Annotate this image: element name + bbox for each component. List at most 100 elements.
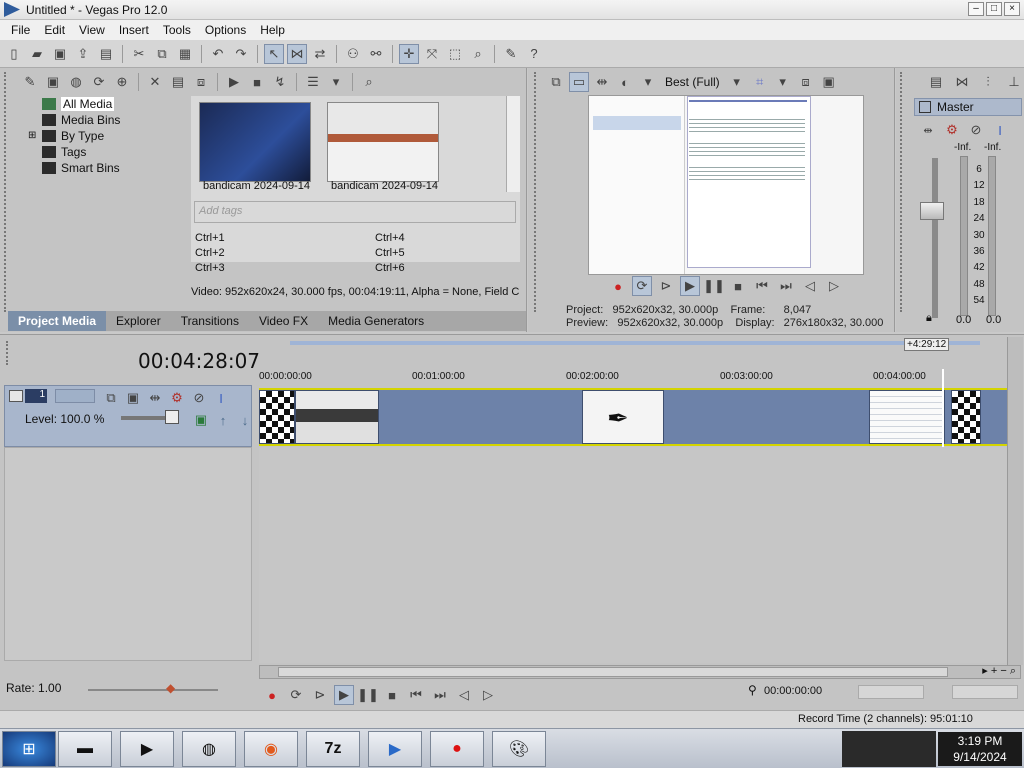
loop-region-bar[interactable] — [290, 341, 980, 345]
gear-icon[interactable]: ⚙ — [167, 388, 187, 408]
track-name-field[interactable] — [55, 389, 95, 403]
auto-crossfade-icon[interactable]: ⤧ — [422, 44, 442, 64]
track-list-empty[interactable] — [4, 447, 252, 661]
prev-frame-icon[interactable]: ◁ — [454, 685, 474, 705]
split-screen-icon[interactable]: ⇹ — [592, 72, 612, 92]
gear-icon[interactable]: ⚙ — [942, 120, 962, 140]
paste-icon[interactable]: ▦ — [175, 44, 195, 64]
downmix-icon[interactable]: ⋈ — [952, 72, 972, 92]
selection-tool-icon[interactable]: ⬚ — [445, 44, 465, 64]
zoom-controls-icon[interactable]: ▸ + − ⌕ — [982, 664, 1016, 678]
properties-icon[interactable]: ▤ — [96, 44, 116, 64]
expand-icon[interactable]: ⊞ — [28, 130, 36, 141]
save-snapshot-icon[interactable]: ▣ — [819, 72, 839, 92]
capture-icon[interactable]: ▣ — [43, 72, 63, 92]
next-frame-icon[interactable]: ▷ — [478, 685, 498, 705]
video-clip[interactable] — [295, 390, 379, 444]
solo-icon[interactable]: I — [211, 388, 231, 408]
normal-edit-tool-icon[interactable]: ↖ — [264, 43, 284, 64]
tree-item-media-bins[interactable]: Media Bins — [42, 112, 120, 128]
video-clip[interactable] — [869, 390, 945, 444]
menu-options[interactable]: Options — [198, 23, 253, 37]
timeline-hscroll[interactable]: ▸ + − ⌕ — [259, 665, 1021, 679]
redo-icon[interactable]: ↷ — [231, 44, 251, 64]
solo-icon[interactable]: I — [990, 120, 1010, 140]
envelope-tool-icon[interactable]: ⋈ — [287, 43, 307, 64]
tab-project-media[interactable]: Project Media — [8, 311, 107, 331]
video-track-lane[interactable]: ✒ — [259, 388, 1007, 446]
tree-item-smart-bins[interactable]: Smart Bins — [42, 160, 120, 176]
media-thumbnail[interactable]: bandicam 2024-09-14 — [323, 96, 443, 192]
tags-input[interactable]: Add tags — [194, 201, 516, 223]
media-thumbnail[interactable]: bandicam 2024-09-14 — [195, 96, 315, 192]
views-icon[interactable]: ☰ — [303, 72, 323, 92]
make-compositing-child-icon[interactable]: ↓ — [235, 410, 255, 430]
get-media-web-icon[interactable]: ◍ — [66, 72, 86, 92]
time-ruler[interactable]: 00:00:00:00 00:01:00:00 00:02:00:00 00:0… — [259, 365, 1007, 387]
menu-edit[interactable]: Edit — [37, 23, 72, 37]
firefox-icon[interactable]: ◉ — [244, 731, 298, 767]
selection-length-field[interactable] — [858, 685, 924, 699]
search-icon[interactable]: ⌕ — [359, 72, 379, 92]
zoom-tool-icon[interactable]: ⌕ — [468, 44, 488, 64]
mixer-properties-icon[interactable]: ▤ — [926, 72, 946, 92]
help-icon[interactable]: ? — [524, 44, 544, 64]
undo-icon[interactable]: ↶ — [208, 44, 228, 64]
open-icon[interactable]: ▰ — [27, 44, 47, 64]
minimize-button[interactable]: – — [968, 2, 984, 16]
tree-item-by-type[interactable]: By Type — [42, 128, 104, 144]
video-track-header[interactable]: 1 ⧉ ▣ ⇹ ⚙ ⊘ I Level: 100.0 % ▣ ↑ ↓ — [4, 385, 252, 447]
external-monitor-icon[interactable]: ▭ — [569, 72, 589, 92]
compositing-icon[interactable]: ⇹ — [145, 388, 165, 408]
chevron-down-icon[interactable]: ▾ — [727, 72, 747, 92]
render-icon[interactable]: ⇪ — [73, 44, 93, 64]
maximize-button[interactable]: □ — [986, 2, 1002, 16]
composite-child-icon[interactable]: ▣ — [191, 410, 211, 430]
media-properties-icon[interactable]: ⧈ — [191, 72, 211, 92]
stop-icon[interactable]: ■ — [382, 685, 402, 705]
copy-snapshot-icon[interactable]: ⧈ — [796, 72, 816, 92]
stop-preview-icon[interactable]: ■ — [247, 72, 267, 92]
paint-icon[interactable]: 🎨︎ — [492, 731, 546, 767]
globe-icon[interactable]: ◍ — [182, 731, 236, 767]
search-media-icon[interactable]: ⊕ — [112, 72, 132, 92]
menu-view[interactable]: View — [72, 23, 112, 37]
panel-grip[interactable] — [534, 72, 540, 312]
snapping-icon[interactable]: ✛ — [399, 43, 419, 64]
record-icon[interactable]: ● — [262, 685, 282, 705]
terminal-icon[interactable]: ▬ — [58, 731, 112, 767]
track-fx-icon[interactable]: ▣ — [123, 388, 143, 408]
video-clip[interactable]: ✒ — [582, 390, 664, 444]
level-slider[interactable] — [165, 410, 179, 424]
chevron-down-icon[interactable]: ▾ — [326, 72, 346, 92]
lock-icon[interactable]: 🔒︎ — [926, 312, 932, 325]
mixer-settings-icon[interactable]: ⫶ — [978, 72, 998, 92]
loop-icon[interactable]: ⟳ — [632, 276, 652, 296]
loop-icon[interactable]: ⟳ — [286, 685, 306, 705]
mute-icon[interactable]: ⊘ — [966, 120, 986, 140]
cut-icon[interactable]: ✂ — [129, 44, 149, 64]
tab-explorer[interactable]: Explorer — [106, 311, 171, 331]
menu-insert[interactable]: Insert — [112, 23, 156, 37]
ignore-grouping-icon[interactable]: ⚯ — [366, 44, 386, 64]
fx-chain-icon[interactable]: ⇹ — [918, 120, 938, 140]
windows-start-icon[interactable]: ⊞ — [2, 731, 56, 767]
new-icon[interactable]: ▯ — [4, 44, 24, 64]
tree-item-all-media[interactable]: All Media — [42, 96, 115, 112]
tree-item-tags[interactable]: Tags — [42, 144, 86, 160]
track-motion-icon[interactable]: ⧉ — [101, 388, 121, 408]
preview-quality-select[interactable]: Best (Full) — [661, 75, 724, 89]
remove-unused-icon[interactable]: ⟳ — [89, 72, 109, 92]
grid-overlay-icon[interactable]: ⌗ — [750, 72, 770, 92]
tab-transitions[interactable]: Transitions — [171, 311, 249, 331]
auto-ripple-icon[interactable]: ⇄ — [310, 44, 330, 64]
media-player-icon[interactable]: ▶ — [120, 731, 174, 767]
timeline-empty-area[interactable] — [259, 447, 1007, 663]
mono-icon[interactable]: ⊥ — [1004, 72, 1024, 92]
chevron-down-icon[interactable]: ▾ — [638, 72, 658, 92]
master-fader[interactable] — [920, 202, 944, 220]
delete-icon[interactable]: ✕ — [145, 72, 165, 92]
lock-icon[interactable]: ✎ — [501, 44, 521, 64]
record-icon[interactable]: ● — [608, 276, 628, 296]
lock-envelopes-icon[interactable]: ⚇ — [343, 44, 363, 64]
